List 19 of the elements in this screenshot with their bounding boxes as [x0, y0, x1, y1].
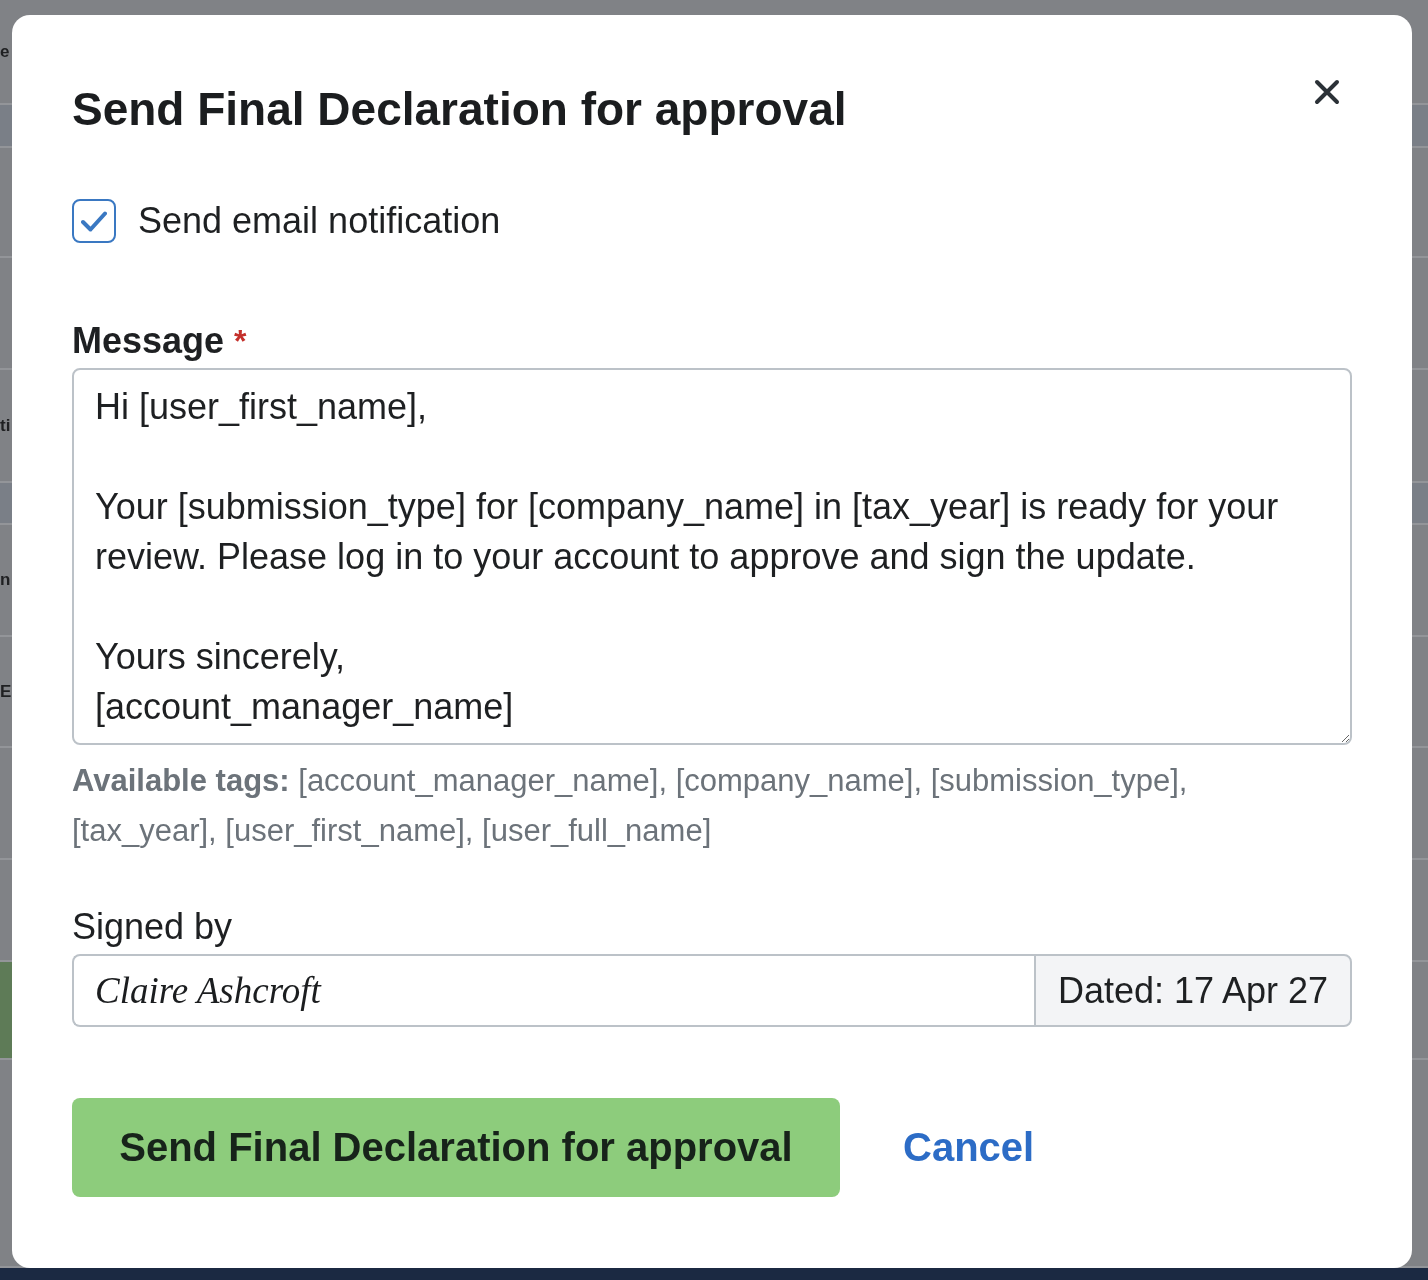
checkbox[interactable]	[72, 199, 116, 243]
close-button[interactable]	[1314, 79, 1340, 105]
dialog-title: Send Final Declaration for approval	[72, 82, 847, 137]
signature-field[interactable]: Claire Ashcroft	[72, 954, 1034, 1027]
signed-by-label: Signed by	[72, 905, 234, 949]
background-text-fragment: n	[0, 570, 11, 590]
available-tags-hint: Available tags: [account_manager_name], [company_name], [submission_type], [tax_year], [user_first_name], [user_full_name]	[72, 762, 1189, 850]
checkbox-label: Send email notification	[138, 199, 501, 243]
background-text-fragment: E	[0, 681, 12, 702]
send-for-approval-button[interactable]: Send Final Declaration for approval	[72, 1098, 840, 1197]
background-text-fragment: e	[0, 41, 10, 62]
message-field[interactable]: Hi [user_first_name], Your [submission_type] for [company_name] in [tax_year] is ready for your review. Please log in to your account to approve and sign the update. Yours sincerely, [account_manager_name]	[72, 368, 1352, 745]
cancel-link[interactable]: Cancel	[903, 1125, 1035, 1170]
checkmark-icon	[81, 210, 107, 232]
message-label: Message	[72, 319, 225, 363]
date-addon: Dated: 17 Apr 27	[1034, 954, 1352, 1027]
close-icon	[1314, 79, 1340, 105]
required-mark: *	[234, 322, 247, 361]
background-text-fragment: ti	[0, 415, 11, 436]
